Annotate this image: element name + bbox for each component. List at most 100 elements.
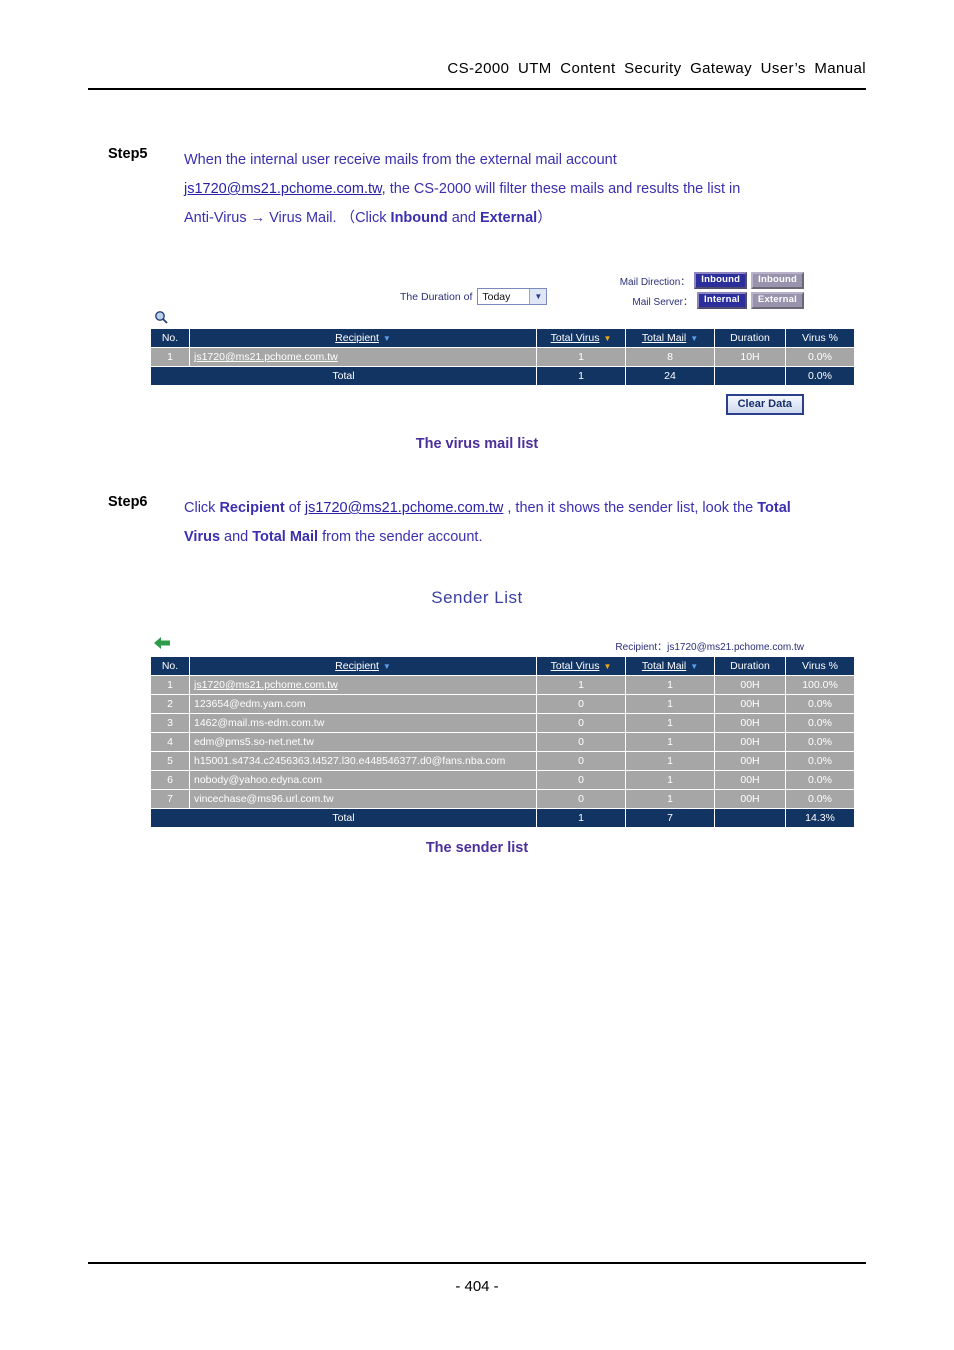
cell-no: 5 <box>150 751 190 771</box>
step6-line1-post: , then it shows the sender list, look th… <box>503 500 758 516</box>
cell-total-mail: 1 <box>625 789 715 809</box>
table-row: 7 vincechase@ms96.url.com.tw 0 1 00H 0.0% <box>150 789 855 809</box>
cell-recipient: vincechase@ms96.url.com.tw <box>189 789 537 809</box>
figure1-caption: The virus mail list <box>415 436 539 452</box>
total-virus-pct: 0.0% <box>785 366 855 386</box>
table-row: 6 nobody@yahoo.edyna.com 0 1 00H 0.0% <box>150 770 855 790</box>
recipient-link[interactable]: js1720@ms21.pchome.com.tw <box>194 351 338 363</box>
cell-duration: 00H <box>714 789 786 809</box>
recipient-link[interactable]: js1720@ms21.pchome.com.tw <box>194 679 338 691</box>
total-total-virus: 1 <box>536 366 626 386</box>
total-total-mail: 7 <box>625 808 715 828</box>
cell-virus-pct: 0.0% <box>785 770 855 790</box>
duration-select-value: Today <box>482 290 511 303</box>
cell-total-virus: 1 <box>536 675 626 695</box>
cell-virus-pct: 0.0% <box>785 713 855 733</box>
mail-server-label: Mail Server： <box>632 297 693 308</box>
table-row: 1 js1720@ms21.pchome.com.tw 1 8 10H 0.0% <box>150 347 855 367</box>
cell-duration: 00H <box>714 694 786 714</box>
col-total-mail[interactable]: Total Mail ▼ <box>625 656 715 676</box>
cell-total-mail: 8 <box>625 347 715 367</box>
clear-data-button[interactable]: Clear Data <box>725 394 804 415</box>
cell-total-mail: 1 <box>625 675 715 695</box>
total-duration <box>714 808 786 828</box>
cell-total-mail: 1 <box>625 751 715 771</box>
duration-select[interactable]: Today ▼ <box>477 288 548 305</box>
cell-duration: 10H <box>714 347 786 367</box>
col-total-virus[interactable]: Total Virus ▼ <box>536 656 626 676</box>
col-virus-pct: Virus % <box>785 328 855 348</box>
table-row: 5 h15001.s4734.c2456363.t4527.l30.e448546… <box>150 751 855 771</box>
virus-mail-table: No. Recipient ▼ Total Virus ▼ Total Mail ▼ … <box>150 328 855 386</box>
cell-recipient: 123654@edm.yam.com <box>189 694 537 714</box>
step5-line3-pre: Anti-Virus → Virus Mail. （Click <box>184 210 391 226</box>
cell-total-mail: 1 <box>625 713 715 733</box>
col-total-mail[interactable]: Total Mail ▼ <box>625 328 715 348</box>
step5-body: When the internal user receive mails fro… <box>184 146 884 233</box>
cell-total-virus: 0 <box>536 751 626 771</box>
page-number: - 404 - <box>455 1278 499 1295</box>
step5-line1: When the internal user receive mails fro… <box>184 152 617 168</box>
cell-recipient: nobody@yahoo.edyna.com <box>189 770 537 790</box>
step5-line3-post: ） <box>537 210 552 226</box>
step5-label: Step5 <box>108 146 148 162</box>
virus-mail-icon-row <box>150 310 804 328</box>
footer-divider <box>88 1262 866 1264</box>
step6-email-link[interactable]: js1720@ms21.pchome.com.tw <box>305 500 503 516</box>
back-arrow-icon[interactable] <box>154 636 170 650</box>
step5-line2: js1720@ms21.pchome.com.tw, the CS-2000 w… <box>184 175 884 204</box>
cell-recipient[interactable]: js1720@ms21.pchome.com.tw <box>189 347 537 367</box>
cell-total-virus: 0 <box>536 694 626 714</box>
magnifier-icon[interactable] <box>154 310 168 324</box>
col-total-virus[interactable]: Total Virus ▼ <box>536 328 626 348</box>
step6-line2-mid: and <box>220 529 253 545</box>
header-divider <box>88 88 866 90</box>
step5-bold-external: External <box>479 210 538 226</box>
step5-line3: Anti-Virus → Virus Mail. （Click Inbound … <box>184 204 884 233</box>
recipient-text: nobody@yahoo.edyna.com <box>194 774 322 786</box>
cell-no: 3 <box>150 713 190 733</box>
total-total-virus: 1 <box>536 808 626 828</box>
cell-recipient[interactable]: js1720@ms21.pchome.com.tw <box>189 675 537 695</box>
mail-filter-buttons: Mail Direction： Inbound Inbound Mail Ser… <box>620 272 804 312</box>
duration-control: The Duration of Today ▼ <box>400 288 548 305</box>
virus-mail-screenshot: The Duration of Today ▼ Mail Direction： … <box>150 268 855 416</box>
col-duration: Duration <box>714 656 786 676</box>
table-row: 2 123654@edm.yam.com 0 1 00H 0.0% <box>150 694 855 714</box>
cell-duration: 00H <box>714 713 786 733</box>
step6-bold-total: Total <box>757 500 791 516</box>
cell-duration: 00H <box>714 732 786 752</box>
step5-email-link[interactable]: js1720@ms21.pchome.com.tw <box>184 181 382 197</box>
step6-line2-post: from the sender account. <box>318 529 483 545</box>
mail-direction-inbound-button[interactable]: Inbound <box>694 272 748 289</box>
cell-total-virus: 0 <box>536 732 626 752</box>
mail-direction-label: Mail Direction： <box>619 277 691 288</box>
total-virus-pct: 14.3% <box>785 808 855 828</box>
cell-no: 4 <box>150 732 190 752</box>
step6-bold-total-mail: Total Mail <box>252 529 319 545</box>
duration-label: The Duration of <box>400 290 473 303</box>
recipient-text: 123654@edm.yam.com <box>194 698 306 710</box>
step5-bold-inbound: Inbound <box>390 210 448 226</box>
sender-list-table: No. Recipient ▼ Total Virus ▼ Total Mail ▼ … <box>150 656 855 828</box>
sender-list-top-bar: Recipient：js1720@ms21.pchome.com.tw <box>150 636 804 656</box>
total-label: Total <box>150 808 537 828</box>
page-header: CS-2000 UTM Content Security Gateway Use… <box>88 60 866 77</box>
step5-line3-mid: and <box>447 210 480 226</box>
sender-list-recipient-note: Recipient：js1720@ms21.pchome.com.tw <box>615 638 804 653</box>
col-recipient[interactable]: Recipient ▼ <box>189 656 537 676</box>
mail-server-internal-button[interactable]: Internal <box>696 292 747 309</box>
cell-virus-pct: 0.0% <box>785 347 855 367</box>
mail-direction-second-button[interactable]: Inbound <box>751 272 804 289</box>
col-no: No. <box>150 656 190 676</box>
cell-no: 7 <box>150 789 190 809</box>
mail-direction-row: Mail Direction： Inbound Inbound <box>620 272 804 289</box>
cell-duration: 00H <box>714 770 786 790</box>
cell-recipient: 1462@mail.ms-edm.com.tw <box>189 713 537 733</box>
col-recipient[interactable]: Recipient ▼ <box>189 328 537 348</box>
total-duration <box>714 366 786 386</box>
table-row: 1 js1720@ms21.pchome.com.tw 1 1 00H 100.0% <box>150 675 855 695</box>
sender-list-screenshot: Recipient：js1720@ms21.pchome.com.tw No. … <box>150 636 855 828</box>
header-title: CS-2000 UTM Content Security Gateway Use… <box>447 60 866 77</box>
mail-server-external-button[interactable]: External <box>750 292 804 309</box>
